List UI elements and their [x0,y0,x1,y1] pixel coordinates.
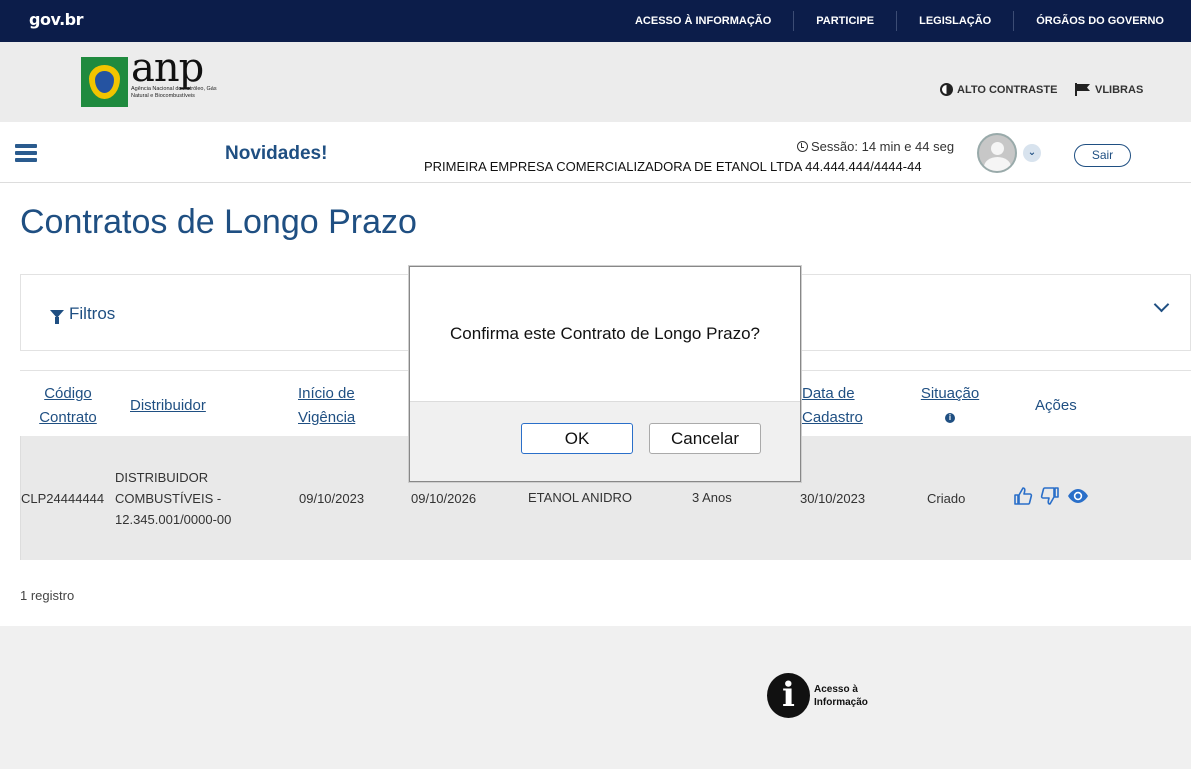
gov-links: ACESSO À INFORMAÇÃO PARTICIPE LEGISLAÇÃO… [613,0,1191,42]
link-acesso-informacao[interactable]: ACESSO À INFORMAÇÃO [613,11,793,31]
company-name: PRIMEIRA EMPRESA COMERCIALIZADORA DE ETA… [424,159,922,174]
page-title: Contratos de Longo Prazo [20,203,417,241]
alto-contraste-label: ALTO CONTRASTE [957,83,1058,96]
avatar[interactable] [977,133,1017,173]
cell-produto: ETANOL ANIDRO [528,490,633,505]
cell-inicio: 09/10/2023 [299,491,365,506]
confirm-dialog: Confirma este Contrato de Longo Prazo? O… [409,266,801,482]
anp-header: anp Agência Nacional do Petróleo, Gás Na… [0,42,1191,122]
nav-bar: Novidades! Sessão: 14 min e 44 seg PRIME… [0,122,1191,183]
thumbs-up-icon[interactable] [1013,486,1033,506]
row-actions [1013,486,1089,506]
session-text: Sessão: 14 min e 44 seg [811,139,955,154]
cell-prazo: 3 Anos [692,490,732,505]
vlibras-button[interactable]: VLIBRAS [1075,83,1143,96]
info-icon: i [767,673,810,718]
logout-button[interactable]: Sair [1074,144,1131,167]
thumbs-down-icon[interactable] [1040,486,1060,506]
cell-data-cadastro: 30/10/2023 [800,491,866,506]
anp-logo-subtitle: Agência Nacional do Petróleo, Gás Natura… [131,86,217,99]
col-situacao[interactable]: Situação i [918,382,982,430]
cell-fim: 09/10/2026 [411,491,477,506]
acesso-informacao-link[interactable]: i Acesso à Informação [767,673,868,718]
filters-toggle[interactable]: Filtros [50,304,115,324]
clock-icon [797,141,808,152]
link-legislacao[interactable]: LEGISLAÇÃO [896,11,1013,31]
session-timer: Sessão: 14 min e 44 seg [797,139,954,154]
col-acoes: Ações [1035,397,1077,414]
menu-icon[interactable] [15,144,37,162]
govbr-logo[interactable]: gov.br [29,10,84,29]
col-distribuidor[interactable]: Distribuidor [130,394,206,418]
chevron-down-icon[interactable] [1153,296,1170,313]
contrast-icon [940,83,953,96]
cell-codigo: CLP24444444 [21,491,105,506]
dialog-message: Confirma este Contrato de Longo Prazo? [450,324,760,343]
link-participe[interactable]: PARTICIPE [793,11,896,31]
novidades-link[interactable]: Novidades! [225,143,327,165]
chevron-down-icon[interactable]: ⌄ [1023,144,1041,162]
info-icon[interactable]: i [945,413,955,424]
eye-icon[interactable] [1067,486,1089,506]
records-count: 1 registro [20,588,75,603]
alto-contraste-button[interactable]: ALTO CONTRASTE [940,83,1057,96]
dialog-body: Confirma este Contrato de Longo Prazo? [410,267,800,402]
vlibras-label: VLIBRAS [1095,83,1144,96]
anp-logo-text[interactable]: anp [131,48,204,88]
flag-icon [1075,83,1090,96]
col-data-cadastro[interactable]: Data de Cadastro [802,382,863,430]
acesso-informacao-label: Acesso à Informação [814,683,868,708]
cell-distribuidor: DISTRIBUIDOR COMBUSTÍVEIS -12.345.001/000… [115,470,232,527]
ok-button[interactable]: OK [521,423,633,454]
filter-icon [50,310,64,324]
anp-logo-icon[interactable] [81,57,128,107]
gov-bar: gov.br ACESSO À INFORMAÇÃO PARTICIPE LEG… [0,0,1191,42]
col-inicio-vigencia[interactable]: Início de Vigência [298,382,355,430]
cell-situacao: Criado [927,491,966,506]
col-codigo-contrato[interactable]: Código Contrato [35,382,101,430]
cancel-button[interactable]: Cancelar [649,423,761,454]
filters-label: Filtros [69,304,116,323]
link-orgaos-governo[interactable]: ÓRGÃOS DO GOVERNO [1013,11,1191,31]
